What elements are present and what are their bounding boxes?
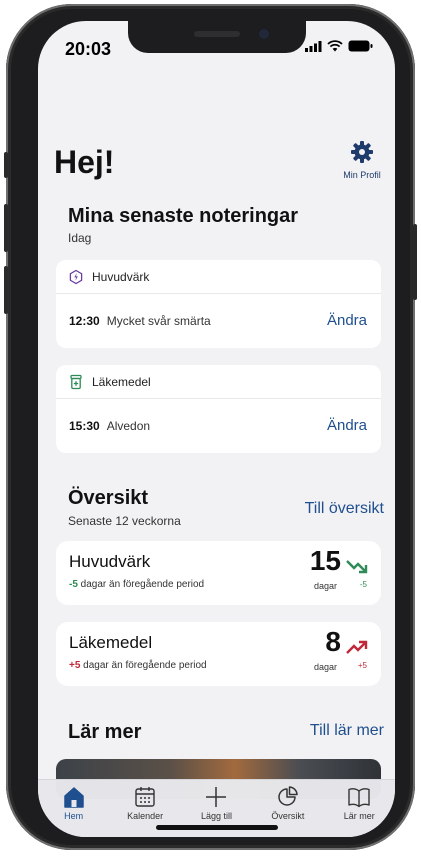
- stat-trend-value: +5: [357, 661, 367, 670]
- plus-icon: [206, 787, 227, 807]
- stat-delta-text: dagar än föregående period: [77, 579, 205, 590]
- stat-delta-text: dagar än föregående period: [80, 660, 207, 671]
- mute-switch: [4, 152, 8, 178]
- status-time: 20:03: [65, 39, 112, 59]
- signal-icon: [305, 40, 322, 52]
- status-icons: [305, 40, 373, 52]
- book-icon: [348, 788, 370, 808]
- recent-card-headache: Huvudvärk 12:30 Mycket svår smärta Ändra: [56, 260, 381, 348]
- home-icon: [63, 787, 84, 808]
- card-category: Läkemedel: [92, 374, 151, 389]
- recent-subtitle: Idag: [68, 231, 92, 245]
- tab-label: Lär mer: [343, 811, 375, 821]
- stat-unit: dagar: [313, 581, 337, 591]
- wifi-icon: [327, 40, 343, 52]
- battery-icon: [348, 40, 373, 52]
- stat-unit: dagar: [313, 662, 337, 672]
- profile-button[interactable]: Min Profil: [333, 140, 391, 180]
- tab-home[interactable]: Hem: [44, 786, 104, 821]
- learn-link[interactable]: Till lär mer: [310, 722, 384, 740]
- profile-label: Min Profil: [343, 170, 381, 180]
- overview-title: Översikt: [68, 487, 149, 509]
- trend-up-icon: [346, 640, 368, 654]
- recent-card-medicine: Läkemedel 15:30 Alvedon Ändra: [56, 365, 381, 453]
- note-time: 12:30: [69, 313, 100, 328]
- note-time: 15:30: [69, 418, 100, 433]
- notch: [128, 21, 306, 53]
- speaker: [194, 31, 240, 37]
- stat-trend-value: -5: [359, 580, 367, 589]
- stat-delta: +5 dagar än föregående period: [69, 660, 207, 671]
- stat-delta-value: +5: [69, 660, 81, 671]
- tab-learn[interactable]: Lär mer: [329, 786, 389, 821]
- edit-button[interactable]: Ändra: [327, 417, 367, 434]
- screen: 20:03 Hej! Min Profil Mina senaste noter…: [38, 21, 395, 837]
- volume-down-button: [4, 266, 8, 314]
- trend-down-icon: [346, 560, 368, 574]
- tab-label: Hem: [64, 811, 84, 821]
- tab-calendar[interactable]: Kalender: [115, 786, 175, 821]
- power-button: [413, 224, 417, 300]
- stat-name: Läkemedel: [69, 633, 153, 652]
- card-category: Huvudvärk: [92, 269, 150, 284]
- card-header: Läkemedel: [56, 365, 381, 399]
- volume-up-button: [4, 204, 8, 252]
- tab-overview[interactable]: Översikt: [258, 786, 318, 821]
- pie-chart-icon: [278, 786, 298, 806]
- note-row: 12:30 Mycket svår smärta Ändra: [56, 294, 381, 347]
- overview-link[interactable]: Till översikt: [305, 500, 384, 518]
- stat-name: Huvudvärk: [69, 552, 151, 571]
- stat-delta-value: -5: [69, 579, 78, 590]
- calendar-icon: [135, 787, 155, 807]
- recent-title: Mina senaste noteringar: [68, 205, 299, 227]
- note-row: 15:30 Alvedon Ändra: [56, 399, 381, 452]
- stat-card-medicine[interactable]: Läkemedel +5 dagar än föregående period …: [56, 622, 381, 686]
- phone-frame: 20:03 Hej! Min Profil Mina senaste noter…: [4, 4, 417, 850]
- gear-icon: [351, 141, 373, 163]
- tab-label: Lägg till: [200, 811, 232, 821]
- headache-icon: [69, 269, 83, 284]
- overview-subtitle: Senaste 12 veckorna: [68, 514, 181, 528]
- tab-label: Översikt: [271, 811, 305, 821]
- stat-number: 15: [309, 545, 341, 576]
- tab-label: Kalender: [127, 811, 164, 821]
- medicine-icon: [70, 374, 82, 389]
- stat-delta: -5 dagar än föregående period: [69, 579, 204, 590]
- stat-card-headache[interactable]: Huvudvärk -5 dagar än föregående period …: [56, 541, 381, 605]
- home-indicator: [156, 825, 278, 830]
- note-text: Mycket svår smärta: [106, 313, 211, 328]
- greeting-title: Hej!: [54, 144, 115, 180]
- edit-button[interactable]: Ändra: [327, 312, 367, 329]
- note-text: Alvedon: [106, 418, 151, 433]
- tab-add[interactable]: Lägg till: [186, 786, 246, 821]
- front-camera: [259, 29, 269, 39]
- stat-number: 8: [325, 626, 341, 657]
- card-header: Huvudvärk: [56, 260, 381, 294]
- learn-title: Lär mer: [68, 721, 142, 743]
